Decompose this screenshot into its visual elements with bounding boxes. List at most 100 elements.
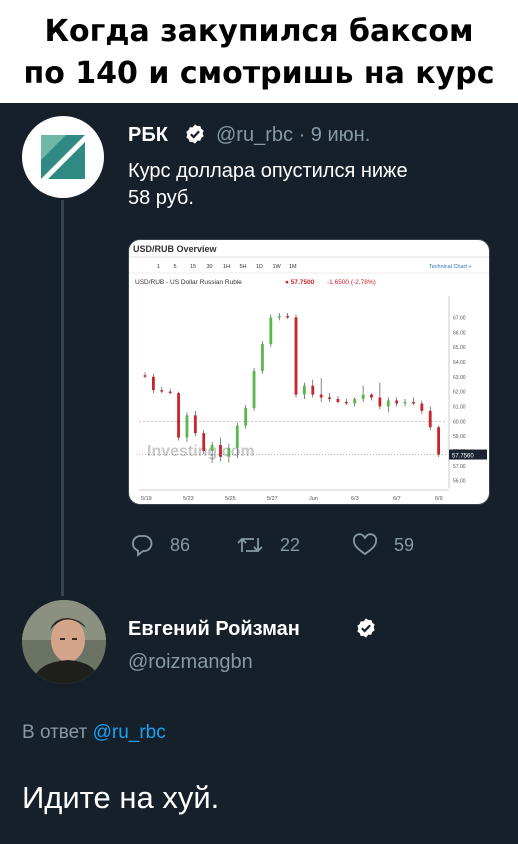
chart-title: USD/RUB Overview [133, 244, 218, 254]
usd-rub-candlestick-chart: USD/RUB Overview1 5 15 30 1H 5H 1D 1W 1M Technica… [129, 244, 489, 502]
x-tick-label: 6/9 [435, 496, 443, 502]
y-tick-label: 63.00 [453, 375, 466, 381]
y-tick-label: 62.00 [453, 390, 466, 396]
replying-to: В ответ @ru_rbc [22, 722, 166, 744]
y-tick-label: 61.00 [453, 404, 466, 410]
replying-to-prefix: В ответ [22, 722, 88, 743]
current-price-label: 57.7560 [452, 454, 474, 460]
y-tick-label: 66.00 [453, 330, 466, 336]
candle-body [344, 401, 348, 404]
heart-icon [352, 533, 378, 556]
reply-count: 86 [170, 534, 191, 555]
candle-body [235, 425, 239, 448]
tweet-author-name[interactable]: РБК [128, 124, 168, 147]
candle-body [294, 317, 298, 395]
reply-icon [132, 535, 153, 557]
meme-caption: Когда закупился баксом по 140 и смотришь… [0, 0, 518, 103]
candle-body [269, 317, 273, 345]
timeframe-button: 1H [223, 264, 230, 270]
candle-body [420, 403, 424, 411]
y-tick-label: 59.00 [453, 434, 466, 440]
candle-body [202, 433, 206, 451]
y-tick-label: 67.00 [453, 315, 466, 321]
tweet-text: Курс доллара опустился ниже 58 руб. [128, 158, 408, 212]
caption-line-1: Когда закупился баксом [44, 14, 474, 49]
candle-body [311, 385, 315, 395]
reply-author-handle[interactable]: @roizmangbn [128, 651, 253, 674]
candle-body [227, 447, 231, 457]
rbc-avatar[interactable] [22, 116, 104, 198]
x-tick-label: 5/19 [141, 496, 152, 502]
timeframe-button: 1 [157, 264, 160, 270]
meta-separator: · [298, 124, 306, 146]
candle-body [193, 415, 197, 434]
reply-text: Идите на хуй. [22, 780, 220, 815]
x-tick-label: 5/27 [267, 496, 278, 502]
verified-badge-icon [186, 124, 204, 144]
timeframe-button: 1M [289, 264, 297, 270]
y-tick-label: 56.00 [453, 479, 466, 485]
candle-body [177, 393, 180, 438]
y-tick-label: 57.00 [453, 464, 466, 470]
chart-image-card[interactable]: USD/RUB Overview 1 5 15 30 1H 5H 1D 1W 1M Technica… [128, 239, 490, 505]
candle-body [252, 370, 256, 408]
candle-body [168, 391, 172, 394]
tweet-text-line-2: 58 руб. [128, 187, 194, 209]
timeframe-button: 1W [273, 264, 282, 270]
candle-body [437, 427, 441, 455]
candle-body [370, 394, 373, 398]
retweet-action[interactable]: 22 [236, 533, 300, 557]
user-photo-icon [22, 600, 106, 684]
candle-body [302, 385, 306, 395]
candle-body [361, 394, 365, 399]
candle-body [219, 444, 222, 457]
candle-body [336, 399, 340, 402]
y-tick-label: 60.00 [453, 419, 466, 425]
candle-body [386, 400, 390, 407]
tweet-handle[interactable]: @ru_rbc [216, 124, 293, 146]
candle-body [412, 401, 415, 404]
x-tick-label: Jun [309, 496, 318, 502]
thread-connector-line [61, 200, 64, 596]
reply-action[interactable]: 86 [130, 533, 190, 557]
chart-price: ● 57.7500 [285, 279, 315, 286]
candle-body [151, 376, 155, 391]
x-tick-label: 6/3 [351, 496, 359, 502]
tweet-date[interactable]: 9 июн. [311, 124, 370, 146]
y-tick-label: 65.00 [453, 345, 466, 351]
chart-change: -1.6500 (-2.78%) [327, 279, 376, 286]
like-count: 59 [394, 534, 415, 555]
candle-body [261, 344, 264, 371]
candle-body [353, 399, 357, 404]
reply-author-name[interactable]: Евгений Ройзман [128, 618, 300, 641]
rbc-logo-icon [41, 135, 85, 179]
like-action[interactable]: 59 [352, 533, 414, 557]
tweet-text-line-1: Курс доллара опустился ниже [128, 160, 408, 182]
timeframe-button: 15 [190, 264, 196, 270]
candle-body [286, 315, 290, 318]
timeframe-button: 30 [207, 264, 213, 270]
candle-body [244, 407, 248, 426]
roizman-avatar[interactable] [22, 600, 106, 684]
tweet-meta: @ru_rbc · 9 июн. [216, 124, 370, 147]
candle-body [378, 397, 382, 407]
candle-body [403, 401, 407, 404]
candle-body [143, 375, 147, 377]
chart-instrument: USD/RUB - US Dollar Russian Ruble [135, 279, 242, 286]
x-tick-label: 5/25 [225, 496, 236, 502]
candle-body [319, 394, 323, 398]
retweet-count: 22 [280, 534, 301, 555]
retweet-icon [237, 537, 263, 553]
candle-body [428, 410, 432, 428]
timeframe-button: 5H [240, 264, 247, 270]
x-tick-label: 5/23 [183, 496, 194, 502]
technical-chart-link: Technical Chart » [429, 264, 472, 270]
y-tick-label: 64.00 [453, 360, 466, 366]
replying-to-handle-link[interactable]: @ru_rbc [93, 722, 166, 743]
timeframe-button: 5 [174, 264, 177, 270]
x-tick-label: 6/7 [393, 496, 401, 502]
caption-line-2: по 140 и смотришь на курс [23, 56, 495, 91]
candle-body [277, 315, 281, 318]
candle-body [185, 415, 189, 438]
candle-body [328, 397, 331, 399]
